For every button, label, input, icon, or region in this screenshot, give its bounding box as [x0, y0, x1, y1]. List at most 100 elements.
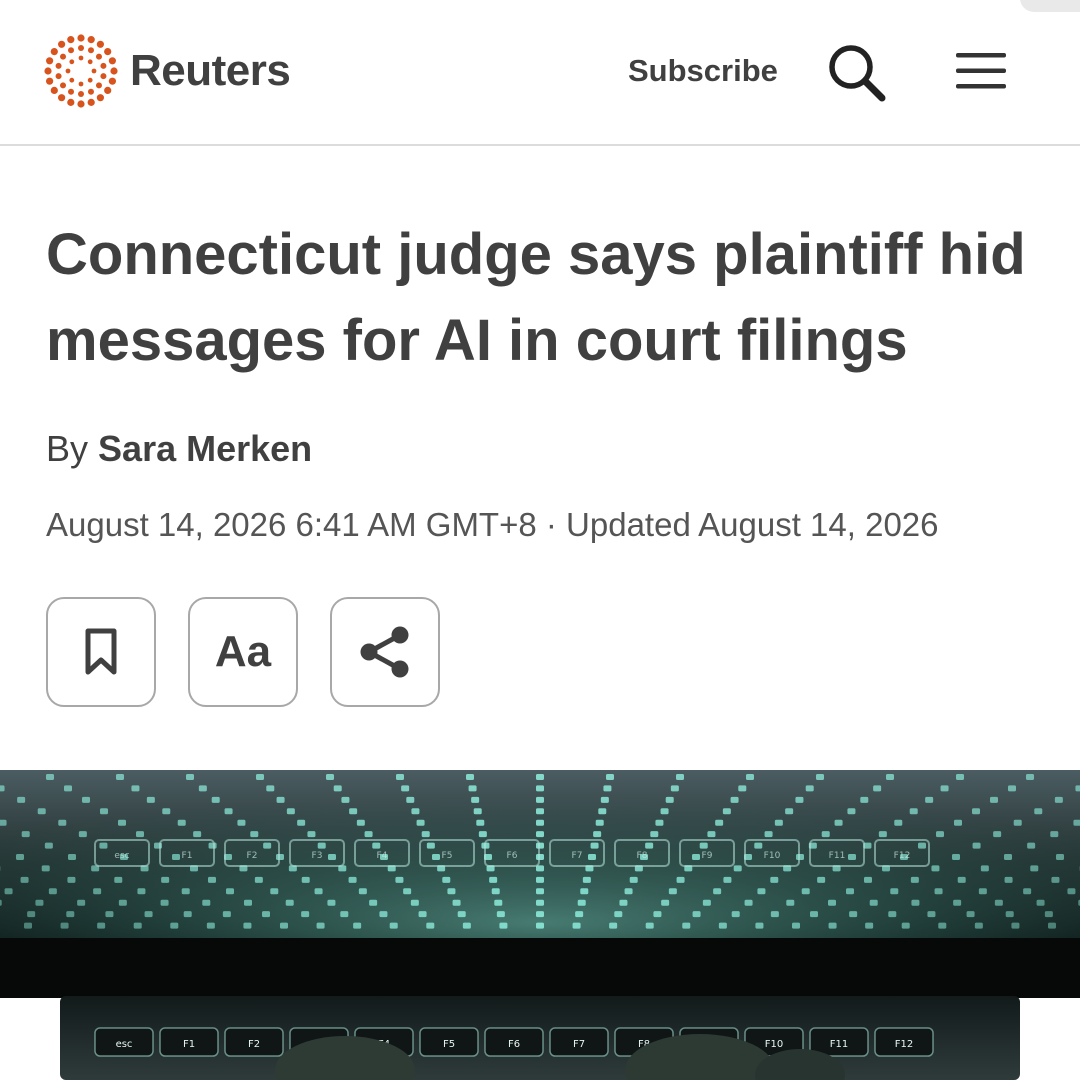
code-glyph: [243, 922, 252, 929]
code-glyph: [849, 911, 858, 918]
code-glyph: [722, 808, 731, 815]
hero-image[interactable]: escF1F2F3F4F5F6F7F8F9F10F11F12 escF1F2F3…: [0, 770, 1080, 1080]
logo-dot: [50, 48, 58, 56]
code-glyph: [468, 785, 477, 792]
key-label: F5: [442, 851, 453, 861]
code-glyph: [462, 922, 471, 929]
laptop-keyboard-photo: escF1F2F3F4F5F6F7F8F9F10F11F12 escF1F2F3…: [0, 770, 1080, 1080]
code-glyph: [901, 922, 910, 929]
code-glyph: [136, 831, 144, 838]
key-label: F7: [573, 1039, 585, 1050]
code-glyph: [457, 911, 466, 918]
code-glyph: [713, 888, 722, 895]
code-glyph: [910, 876, 919, 883]
author-link[interactable]: Sara Merken: [98, 428, 312, 469]
code-glyph: [1008, 785, 1016, 792]
code-glyph: [206, 922, 215, 929]
code-glyph: [936, 831, 944, 838]
code-glyph: [93, 888, 102, 895]
code-glyph: [600, 796, 609, 803]
search-icon: [829, 45, 886, 102]
code-glyph: [177, 819, 186, 826]
code-glyph: [131, 785, 140, 792]
logo-dot: [95, 82, 102, 89]
code-glyph: [396, 774, 404, 780]
code-glyph: [16, 854, 24, 860]
code-glyph: [1004, 854, 1012, 860]
code-glyph: [603, 785, 612, 792]
code-glyph: [263, 842, 272, 849]
code-glyph: [301, 911, 310, 918]
code-glyph: [358, 888, 367, 895]
logo-dot: [87, 77, 93, 83]
key-label: F12: [894, 851, 911, 861]
code-glyph: [1023, 888, 1032, 895]
code-glyph: [452, 899, 461, 906]
text-size-button[interactable]: Aa: [188, 597, 298, 707]
code-glyph: [598, 808, 607, 815]
code-glyph: [491, 888, 500, 895]
code-glyph: [410, 899, 419, 906]
subscribe-button[interactable]: Subscribe: [628, 53, 778, 89]
share-icon: [360, 626, 409, 678]
code-glyph: [614, 911, 623, 918]
key-label: F11: [829, 851, 846, 861]
code-glyph: [792, 922, 800, 929]
code-glyph: [536, 785, 544, 792]
code-glyph: [593, 831, 602, 838]
code-glyph: [1067, 888, 1076, 895]
key-label: F8: [637, 851, 648, 861]
article-dateline: August 14, 2026 6:41 AM GMT+8 · Updated …: [46, 506, 939, 543]
code-glyph: [864, 876, 872, 883]
code-glyph: [770, 911, 779, 918]
logo-dot: [65, 68, 71, 74]
logo-dot: [104, 48, 112, 56]
code-glyph: [978, 888, 987, 895]
code-glyph: [805, 785, 814, 792]
screen-bezel: [0, 938, 1080, 998]
code-glyph: [476, 819, 485, 826]
code-glyph: [744, 899, 753, 906]
code-glyph: [77, 899, 86, 906]
logo-dot: [100, 62, 107, 69]
code-glyph: [24, 922, 32, 929]
code-glyph: [670, 785, 679, 792]
key-label: F12: [895, 1039, 913, 1050]
code-glyph: [801, 888, 810, 895]
code-glyph: [118, 819, 126, 826]
menu-button[interactable]: [954, 48, 1008, 94]
logo-dot: [87, 98, 95, 106]
search-button[interactable]: [824, 40, 888, 104]
bookmark-button[interactable]: [46, 597, 156, 707]
code-glyph: [170, 922, 179, 929]
reuters-logo[interactable]: Reuters: [44, 34, 291, 108]
code-glyph: [348, 876, 357, 883]
code-glyph: [860, 796, 869, 803]
logo-dot: [67, 98, 75, 106]
logo-dot: [60, 53, 67, 60]
code-glyph: [494, 899, 503, 906]
logo-dot: [60, 82, 67, 89]
code-glyph: [723, 876, 732, 883]
code-glyph: [665, 796, 674, 803]
logo-dot: [55, 62, 62, 69]
byline: By Sara Merken: [46, 428, 312, 470]
code-glyph: [1050, 831, 1059, 838]
code-glyph: [1005, 911, 1014, 918]
logo-dot: [46, 77, 54, 85]
key-label: F11: [830, 1039, 848, 1050]
code-glyph: [426, 922, 435, 929]
logo-dot: [68, 47, 75, 54]
code-glyph: [931, 865, 940, 872]
code-glyph: [925, 796, 934, 803]
code-glyph: [116, 774, 124, 780]
code-glyph: [1056, 854, 1064, 860]
key-label: F6: [507, 851, 518, 861]
share-button[interactable]: [330, 597, 440, 707]
hamburger-menu-icon: [956, 53, 1006, 89]
code-glyph: [0, 785, 5, 792]
code-glyph: [770, 876, 779, 883]
code-glyph: [624, 888, 633, 895]
code-glyph: [307, 831, 316, 838]
code-glyph: [650, 831, 659, 838]
